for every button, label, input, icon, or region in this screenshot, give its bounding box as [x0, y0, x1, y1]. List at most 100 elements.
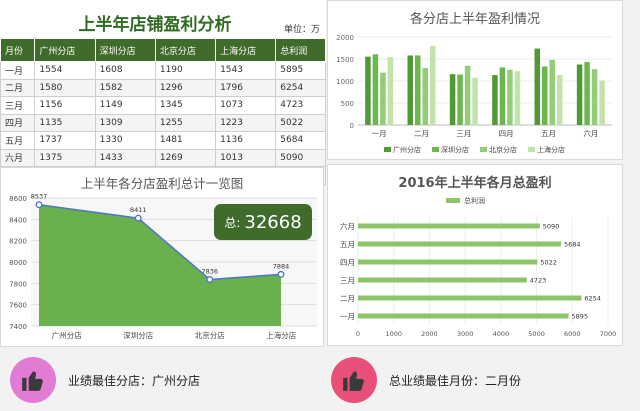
total-badge-label: 总:: [224, 215, 241, 230]
x-tick-label: 3000: [457, 330, 474, 338]
y-tick-label: 7800: [9, 280, 27, 288]
table-cell: 1580: [34, 78, 96, 97]
profit-table: 月份 广州分店 深圳分店 北京分店 上海分店 总利润 一月 1554 1608 1190 1543…: [0, 38, 326, 185]
y-tick-label: 1000: [336, 78, 354, 86]
table-cell: 1190: [154, 61, 217, 80]
table-cell: 五月: [0, 131, 36, 150]
y-tick-label: 7600: [9, 302, 27, 310]
table-header-cell: 北京分店: [154, 38, 217, 62]
table-cell: 1149: [94, 96, 156, 115]
legend-swatch: [384, 147, 391, 152]
table-cell: 1345: [154, 96, 217, 115]
data-label: 5022: [540, 259, 557, 267]
y-tick-label: 1500: [336, 56, 354, 64]
table-cell: 1543: [215, 61, 277, 80]
best-month-summary: 总业绩最佳月份：二月份: [331, 355, 521, 405]
table-cell: 1156: [34, 96, 96, 115]
table-cell: 1481: [154, 131, 217, 150]
table-cell: 1013: [215, 148, 277, 167]
y-tick-label: 8000: [9, 259, 27, 267]
y-tick-label: 一月: [340, 312, 355, 321]
best-month-text: 总业绩最佳月份：二月份: [389, 373, 522, 388]
bar: [557, 75, 563, 125]
bar: [358, 223, 540, 229]
data-point: [277, 270, 285, 278]
table-cell: 1375: [34, 148, 96, 167]
legend-swatch: [480, 147, 487, 152]
y-tick-label: 五月: [340, 240, 355, 249]
legend-swatch: [432, 147, 439, 152]
bar: [365, 56, 371, 125]
legend-label: 北京分店: [489, 145, 517, 154]
bar: [387, 57, 394, 125]
chart-title: 上半年各分店盈利总计一览图: [81, 176, 244, 191]
table-cell: 5090: [275, 148, 326, 167]
x-tick-label: 0: [356, 330, 360, 338]
y-tick-label: 8400: [9, 216, 27, 224]
x-tick-label: 6000: [564, 330, 581, 338]
x-tick-label: 5000: [528, 330, 545, 338]
table-cell: 1269: [154, 148, 217, 167]
table-row: 五月 1737 1330 1481 1136 5684: [0, 131, 326, 150]
legend-swatch: [528, 147, 535, 152]
table-cell: 1796: [215, 78, 277, 97]
data-label: 7884: [273, 262, 290, 270]
data-label: 7836: [201, 267, 218, 275]
bar: [457, 74, 463, 125]
y-tick-label: 四月: [340, 258, 355, 267]
data-label: 5684: [564, 241, 581, 249]
bar: [358, 241, 561, 247]
store-total-area-chart: 上半年各分店盈利总计一览图 7400 7600 7800 8000 8200 8400 860…: [9, 176, 317, 340]
x-tick-label: 四月: [499, 129, 514, 138]
thumbs-up-icon: [22, 371, 43, 391]
x-tick-label: 二月: [414, 129, 429, 138]
bar: [584, 61, 590, 125]
table-row: 二月 1580 1582 1296 1796 6254: [0, 78, 326, 97]
table-cell: 4723: [275, 96, 326, 115]
table-cell: 二月: [0, 78, 36, 97]
table-cell: 1582: [94, 78, 156, 97]
bar: [472, 77, 478, 125]
bar: [549, 59, 555, 125]
data-label: 5090: [543, 223, 560, 231]
table-cell: 1330: [94, 131, 156, 150]
table-header-cell: 广州分店: [34, 38, 96, 62]
data-label: 6254: [584, 295, 601, 303]
x-tick-label: 2000: [421, 330, 438, 338]
table-row: 四月 1135 1309 1255 1223 5022: [0, 113, 326, 132]
x-tick-label: 一月: [372, 129, 387, 138]
table-header-cell: 月份: [0, 38, 36, 62]
table-cell: 1554: [34, 61, 96, 80]
store-total-area-chart-panel: 上半年各分店盈利总计一览图 7400 7600 7800 8000 8200 8400 860…: [0, 167, 324, 347]
legend-label: 总利润: [464, 196, 485, 205]
best-month-circle: [331, 357, 377, 403]
bar: [576, 64, 583, 125]
bar: [358, 277, 527, 283]
bar: [514, 71, 521, 125]
data-point: [35, 201, 43, 209]
table-cell: 1309: [94, 113, 156, 132]
profit-table-panel: 上半年店铺盈利分析 单位：万 月份 广州分店 深圳分店 北京分店 上海分店 总利润 一月 1…: [0, 0, 326, 185]
x-tick-label: 三月: [456, 129, 471, 138]
bar: [542, 66, 548, 125]
table-cell: 1223: [215, 113, 277, 132]
bar: [507, 69, 513, 125]
y-tick-label: 二月: [340, 294, 355, 303]
table-cell: 6254: [275, 78, 326, 97]
best-store-text: 业绩最佳分店：广州分店: [68, 373, 201, 388]
bar: [464, 65, 471, 125]
data-label: 4723: [530, 277, 547, 285]
monthly-total-hbar-chart-panel: 2016年上半年各月总盈利 总利润 0 1000 2000 3000 4000 5000 600…: [327, 164, 623, 346]
store-profit-bar-chart-panel: 各分店上半年盈利情况 0 500 1000 1500 2000 一月 二月 三月 四月 五月 六月 广州…: [327, 0, 623, 160]
x-tick-label: 4000: [493, 330, 510, 338]
bar: [534, 48, 540, 125]
y-tick-label: 三月: [340, 276, 355, 285]
best-store-summary: 业绩最佳分店：广州分店: [10, 355, 200, 405]
chart-title: 2016年上半年各月总盈利: [398, 175, 551, 191]
table-cell: 1608: [94, 61, 156, 80]
table-row: 三月 1156 1149 1345 1073 4723: [0, 96, 326, 115]
table-cell: 1433: [94, 148, 156, 167]
x-tick-label: 上海分店: [266, 330, 296, 340]
table-cell: 5895: [275, 61, 326, 80]
bar: [358, 295, 582, 301]
